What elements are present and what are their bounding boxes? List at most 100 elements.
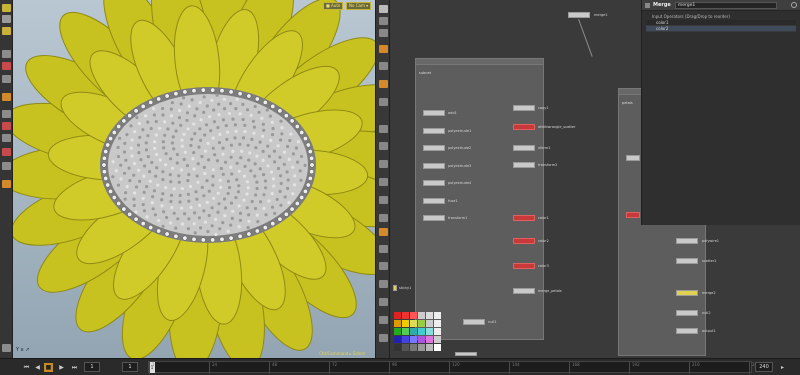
palette-swatch[interactable] <box>434 328 441 335</box>
timeline-ruler[interactable]: 1 124487296120144168192216240 <box>148 361 760 374</box>
palette-swatch[interactable] <box>426 312 433 319</box>
list-icon[interactable] <box>379 62 388 70</box>
gear-icon[interactable] <box>791 2 797 8</box>
shape-icon[interactable] <box>379 245 388 253</box>
end-frame-field[interactable]: 1 <box>122 362 138 372</box>
display-mode-chip[interactable]: ■ Auto <box>323 2 344 10</box>
back-icon[interactable] <box>379 17 388 25</box>
palette-swatch[interactable] <box>418 312 425 319</box>
palette-swatch[interactable] <box>410 344 417 351</box>
subnet-node[interactable] <box>513 238 535 244</box>
palette-swatch[interactable] <box>426 336 433 343</box>
subnet-node[interactable] <box>513 288 535 294</box>
range-toggle-icon[interactable]: ▸ <box>778 363 787 372</box>
box-icon[interactable] <box>379 160 388 168</box>
box2-node[interactable] <box>626 155 640 161</box>
scene-viewport[interactable]: ■ Auto No Cam ▾ Y x ↗ Ctrl/Command ▸ Sel… <box>13 0 375 358</box>
display-tool-icon[interactable] <box>2 180 11 188</box>
palette-swatch[interactable] <box>410 320 417 327</box>
align-icon[interactable] <box>379 196 388 204</box>
note-icon[interactable] <box>379 142 388 150</box>
reverse-play-button[interactable]: ◀ <box>33 363 42 372</box>
output-node[interactable] <box>455 352 477 356</box>
grid-icon[interactable] <box>379 98 388 106</box>
box2-node-red[interactable] <box>626 212 640 218</box>
last-frame-button[interactable]: ⏭ <box>70 363 79 372</box>
move-tool-icon[interactable] <box>2 15 11 23</box>
start-frame-field[interactable]: 1 <box>84 362 100 372</box>
help-tool-icon[interactable] <box>2 344 11 352</box>
petals-node[interactable] <box>676 238 698 244</box>
input-operators-list[interactable]: color1 color2 <box>646 20 796 32</box>
paint-tool-icon[interactable] <box>2 148 11 156</box>
palette-swatch[interactable] <box>434 344 441 351</box>
palette-swatch[interactable] <box>402 320 409 327</box>
sticky-note-node[interactable] <box>393 285 397 291</box>
palette-swatch[interactable] <box>418 320 425 327</box>
lock-icon[interactable] <box>379 316 388 324</box>
palette-swatch[interactable] <box>394 336 401 343</box>
brush-tool-icon[interactable] <box>2 162 11 170</box>
palette-swatch[interactable] <box>434 320 441 327</box>
info-icon[interactable] <box>379 334 388 342</box>
subnet-node[interactable] <box>513 215 535 221</box>
tree-icon[interactable] <box>379 80 388 88</box>
handle-tool-icon[interactable] <box>2 62 11 70</box>
palette-swatch[interactable] <box>402 344 409 351</box>
palette-swatch[interactable] <box>394 320 401 327</box>
petals-node[interactable] <box>676 328 698 334</box>
subnet-node[interactable] <box>423 145 445 151</box>
palette-swatch[interactable] <box>402 328 409 335</box>
null-node[interactable] <box>463 319 485 325</box>
bypass-icon[interactable] <box>379 280 388 288</box>
subnet-node[interactable] <box>423 215 445 221</box>
flag-icon[interactable] <box>379 262 388 270</box>
petals-node[interactable] <box>676 258 698 264</box>
subnet-node[interactable] <box>513 263 535 269</box>
subnet-node[interactable] <box>423 127 445 134</box>
view-tool-icon[interactable] <box>2 93 11 101</box>
palette-swatch[interactable] <box>418 328 425 335</box>
subnet-node[interactable] <box>423 110 445 116</box>
lasso-tool-icon[interactable] <box>2 134 11 142</box>
palette-swatch[interactable] <box>410 328 417 335</box>
snap-icon[interactable] <box>379 214 388 222</box>
palette-swatch[interactable] <box>426 328 433 335</box>
color-palette[interactable] <box>394 312 441 351</box>
dot-icon[interactable] <box>379 178 388 186</box>
subnet-node[interactable] <box>513 124 535 130</box>
sunflower-model[interactable] <box>13 0 375 358</box>
rotate-tool-icon[interactable] <box>2 27 11 35</box>
palette-swatch[interactable] <box>410 336 417 343</box>
petals-node[interactable] <box>676 290 698 296</box>
palette-swatch[interactable] <box>402 312 409 319</box>
palette-swatch[interactable] <box>434 336 441 343</box>
camera-menu-chip[interactable]: No Cam ▾ <box>346 2 372 10</box>
palette-swatch[interactable] <box>394 328 401 335</box>
range-end-field[interactable]: 240 <box>755 362 773 372</box>
palette-swatch[interactable] <box>434 312 441 319</box>
subnet-node[interactable] <box>423 162 445 169</box>
stop-button[interactable]: ■ <box>44 363 53 372</box>
palette-swatch[interactable] <box>426 320 433 327</box>
palette-swatch[interactable] <box>394 312 401 319</box>
merge-node[interactable] <box>568 12 590 18</box>
first-frame-button[interactable]: ⏮ <box>22 363 31 372</box>
palette-swatch[interactable] <box>402 336 409 343</box>
subnet-node[interactable] <box>513 162 535 168</box>
node-name-field[interactable]: merge1 <box>674 1 777 9</box>
pin-icon[interactable] <box>379 5 388 13</box>
scale-tool-icon[interactable] <box>2 50 11 58</box>
pose-tool-icon[interactable] <box>2 75 11 83</box>
input-operator-item[interactable]: color2 <box>646 26 796 32</box>
layout-icon[interactable] <box>379 45 388 53</box>
select-tool-icon[interactable] <box>2 4 11 12</box>
color-icon[interactable] <box>379 228 388 236</box>
wire-icon[interactable] <box>379 125 388 133</box>
subnet-node[interactable] <box>513 105 535 111</box>
magnet-tool-icon[interactable] <box>2 122 11 130</box>
palette-swatch[interactable] <box>426 344 433 351</box>
subnet-node[interactable] <box>513 145 535 151</box>
play-button[interactable]: ▶ <box>57 363 66 372</box>
subnet-node[interactable] <box>423 197 445 204</box>
